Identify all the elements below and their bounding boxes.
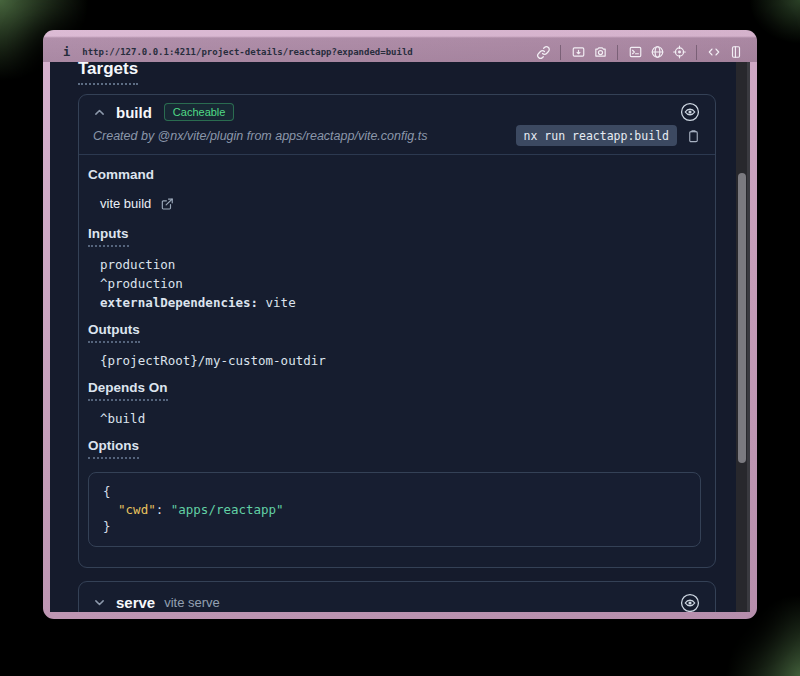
created-by-text: Created by @nx/vite/plugin from apps/rea… bbox=[93, 129, 427, 143]
target-subtitle: vite serve bbox=[164, 595, 220, 610]
run-command-chip[interactable]: nx run reactapp:build bbox=[516, 125, 677, 146]
cacheable-badge: Cacheable bbox=[164, 103, 235, 121]
target-card-build: build Cacheable Created by @nx/vite/plug… bbox=[78, 94, 716, 568]
section-heading-inputs: Inputs bbox=[88, 226, 129, 247]
target-icon[interactable] bbox=[671, 43, 687, 61]
camera-icon[interactable] bbox=[592, 43, 608, 61]
toolbar-separator bbox=[560, 45, 561, 60]
scrollbar-thumb[interactable] bbox=[738, 173, 746, 463]
copy-icon[interactable] bbox=[686, 128, 701, 144]
eye-button[interactable] bbox=[679, 592, 701, 613]
build-card-header[interactable]: build Cacheable Created by @nx/vite/plug… bbox=[79, 95, 715, 154]
command-value: vite build bbox=[100, 197, 151, 211]
browser-titlebar: i http://127.0.0.1:4211/project-details/… bbox=[43, 30, 757, 62]
url-address[interactable]: http://127.0.0.1:4211/project-details/re… bbox=[82, 47, 413, 57]
globe-icon[interactable] bbox=[649, 43, 665, 61]
external-link-icon[interactable] bbox=[160, 197, 174, 211]
input-item: ^production bbox=[100, 274, 701, 293]
page-title: Targets bbox=[78, 62, 138, 85]
chevron-down-icon[interactable] bbox=[93, 596, 106, 609]
depends-on-item: ^build bbox=[100, 409, 701, 428]
screenshot-icon[interactable] bbox=[570, 43, 586, 61]
info-icon[interactable]: i bbox=[63, 45, 70, 59]
section-heading-depends-on: Depends On bbox=[88, 380, 168, 401]
json-value: "apps/reactapp" bbox=[171, 502, 284, 517]
terminal-icon[interactable] bbox=[627, 43, 643, 61]
chevron-up-icon[interactable] bbox=[93, 106, 106, 119]
target-card-serve: serve vite serve bbox=[78, 581, 716, 613]
section-heading-options: Options bbox=[88, 438, 139, 459]
toolbar-separator bbox=[696, 45, 697, 60]
device-panel-icon[interactable] bbox=[728, 43, 744, 61]
input-item: production bbox=[100, 255, 701, 274]
toolbar-separator bbox=[617, 45, 618, 60]
scrollbar[interactable] bbox=[736, 62, 750, 612]
eye-button[interactable] bbox=[679, 101, 701, 123]
json-key: "cwd" bbox=[118, 502, 156, 517]
input-item: externalDependencies: vite bbox=[100, 293, 701, 312]
browser-window: i http://127.0.0.1:4211/project-details/… bbox=[43, 30, 757, 619]
page-content: Targets build Cacheable Created bbox=[50, 62, 736, 612]
target-name: serve bbox=[116, 594, 155, 611]
output-item: {projectRoot}/my-custom-outdir bbox=[100, 351, 701, 370]
card-divider bbox=[79, 154, 715, 155]
options-json: { "cwd": "apps/reactapp" } bbox=[88, 472, 701, 547]
link-icon[interactable] bbox=[535, 43, 551, 61]
section-heading-outputs: Outputs bbox=[88, 322, 140, 343]
code-icon[interactable] bbox=[706, 43, 722, 61]
target-name: build bbox=[116, 104, 152, 121]
section-heading-command: Command bbox=[88, 167, 154, 182]
serve-card-header[interactable]: serve vite serve bbox=[79, 582, 715, 613]
